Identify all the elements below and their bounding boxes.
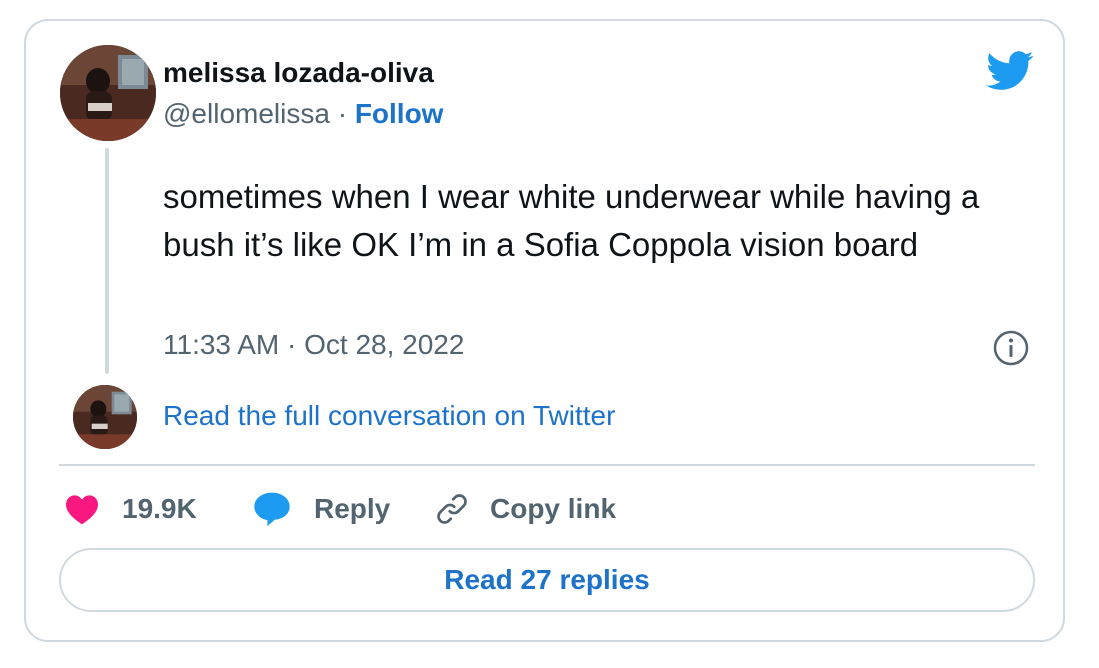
read-replies-label: Read 27 replies — [444, 564, 650, 595]
follow-link[interactable]: Follow — [355, 98, 444, 129]
author-avatar[interactable] — [60, 45, 156, 141]
speech-bubble-icon — [254, 492, 290, 527]
tweet-embed-card: melissa lozada-oliva @ellomelissa · Foll… — [24, 19, 1065, 642]
heart-icon — [66, 495, 98, 525]
reply-label: Reply — [314, 493, 391, 524]
like-count: 19.9K — [122, 493, 197, 524]
like-button[interactable]: 19.9K — [64, 489, 197, 529]
read-replies-button[interactable]: Read 27 replies — [59, 548, 1035, 612]
divider — [59, 464, 1035, 466]
tweet-timestamp[interactable]: 11:33 AM · Oct 28, 2022 — [163, 329, 464, 361]
link-icon — [437, 494, 467, 524]
twitter-bird-icon[interactable] — [986, 51, 1034, 91]
conversation-avatar — [73, 385, 137, 449]
tweet-text: sometimes when I wear white underwear wh… — [163, 178, 980, 263]
copy-link-label: Copy link — [490, 493, 617, 524]
thread-line — [105, 148, 109, 374]
copy-link-button[interactable]: Copy link — [434, 489, 616, 529]
author-name[interactable]: melissa lozada-oliva — [163, 57, 434, 89]
author-handle[interactable]: @ellomelissa — [163, 98, 330, 129]
reply-button[interactable]: Reply — [252, 489, 390, 529]
info-icon[interactable] — [992, 329, 1030, 367]
meta-separator: · — [329, 98, 355, 129]
avatar-photo — [60, 45, 156, 141]
read-full-conversation-link[interactable]: Read the full conversation on Twitter — [163, 400, 615, 432]
avatar-photo — [73, 385, 137, 449]
author-meta: @ellomelissa · Follow — [163, 98, 443, 130]
